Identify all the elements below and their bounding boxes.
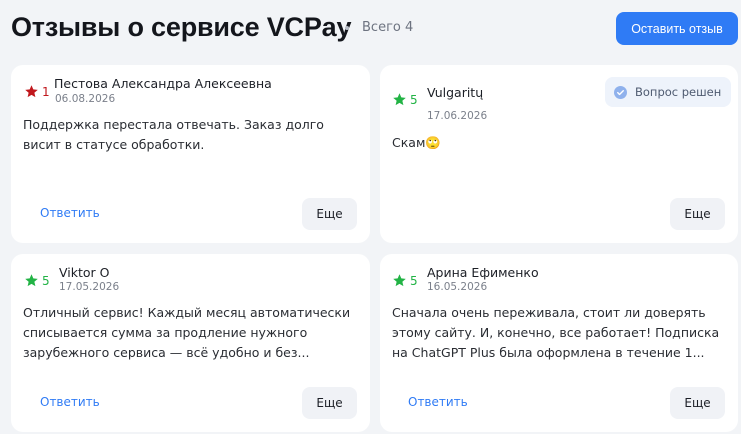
review-text: Отличный сервис! Каждый месяц автоматиче… (23, 305, 351, 360)
review-card: 5 Арина Ефименко 16.05.2026 Сначала очен… (380, 254, 738, 432)
check-circle-icon (614, 85, 627, 99)
star-icon (25, 85, 38, 98)
more-button[interactable]: Еще (302, 387, 357, 419)
review-card: 5 Vulgaritų Вопрос решен 17.06.2026 Скам… (380, 65, 738, 243)
review-rating: 1 (24, 84, 50, 99)
more-button[interactable]: Еще (670, 387, 725, 419)
review-card: 5 Viktor O 17.05.2026 Отличный сервис! К… (11, 254, 370, 432)
review-card: 1 Пестова Александра Алексеевна 06.08.20… (11, 65, 370, 243)
resolved-badge: Вопрос решен (605, 77, 732, 107)
rating-value: 5 (410, 92, 418, 107)
reply-button[interactable]: Ответить (40, 395, 100, 409)
review-date: 17.05.2026 (59, 281, 120, 293)
reply-button[interactable]: Ответить (408, 395, 468, 409)
star-icon (393, 274, 406, 287)
star-icon (25, 274, 38, 287)
review-date: 16.05.2026 (427, 281, 488, 293)
review-text: Скам🙄 (392, 135, 441, 150)
separator-dot (345, 26, 349, 30)
rating-value: 5 (410, 273, 418, 288)
more-button[interactable]: Еще (302, 198, 357, 230)
star-icon (393, 93, 406, 106)
review-date: 17.06.2026 (427, 110, 488, 122)
page-title: Отзывы о сервисе VCPay (11, 12, 352, 42)
review-author: Арина Ефименко (427, 265, 539, 280)
page-header: Отзывы о сервисе VCPay Всего 4 Оставить … (0, 0, 741, 58)
review-rating: 5 (392, 92, 418, 107)
rating-value: 1 (42, 84, 50, 99)
more-button[interactable]: Еще (670, 198, 725, 230)
review-rating: 5 (24, 273, 50, 288)
review-author: Viktor O (59, 265, 110, 280)
leave-review-button[interactable]: Оставить отзыв (616, 12, 738, 45)
badge-label: Вопрос решен (635, 85, 722, 99)
reviews-total: Всего 4 (362, 20, 414, 35)
review-date: 06.08.2026 (55, 93, 116, 105)
review-text: Поддержка перестала отвечать. Заказ долг… (23, 117, 324, 152)
review-text: Сначала очень переживала, стоит ли довер… (392, 305, 720, 360)
review-author: Vulgaritų (427, 85, 484, 100)
reply-button[interactable]: Ответить (40, 206, 100, 220)
rating-value: 5 (42, 273, 50, 288)
review-author: Пестова Александра Алексеевна (54, 76, 272, 91)
review-rating: 5 (392, 273, 418, 288)
